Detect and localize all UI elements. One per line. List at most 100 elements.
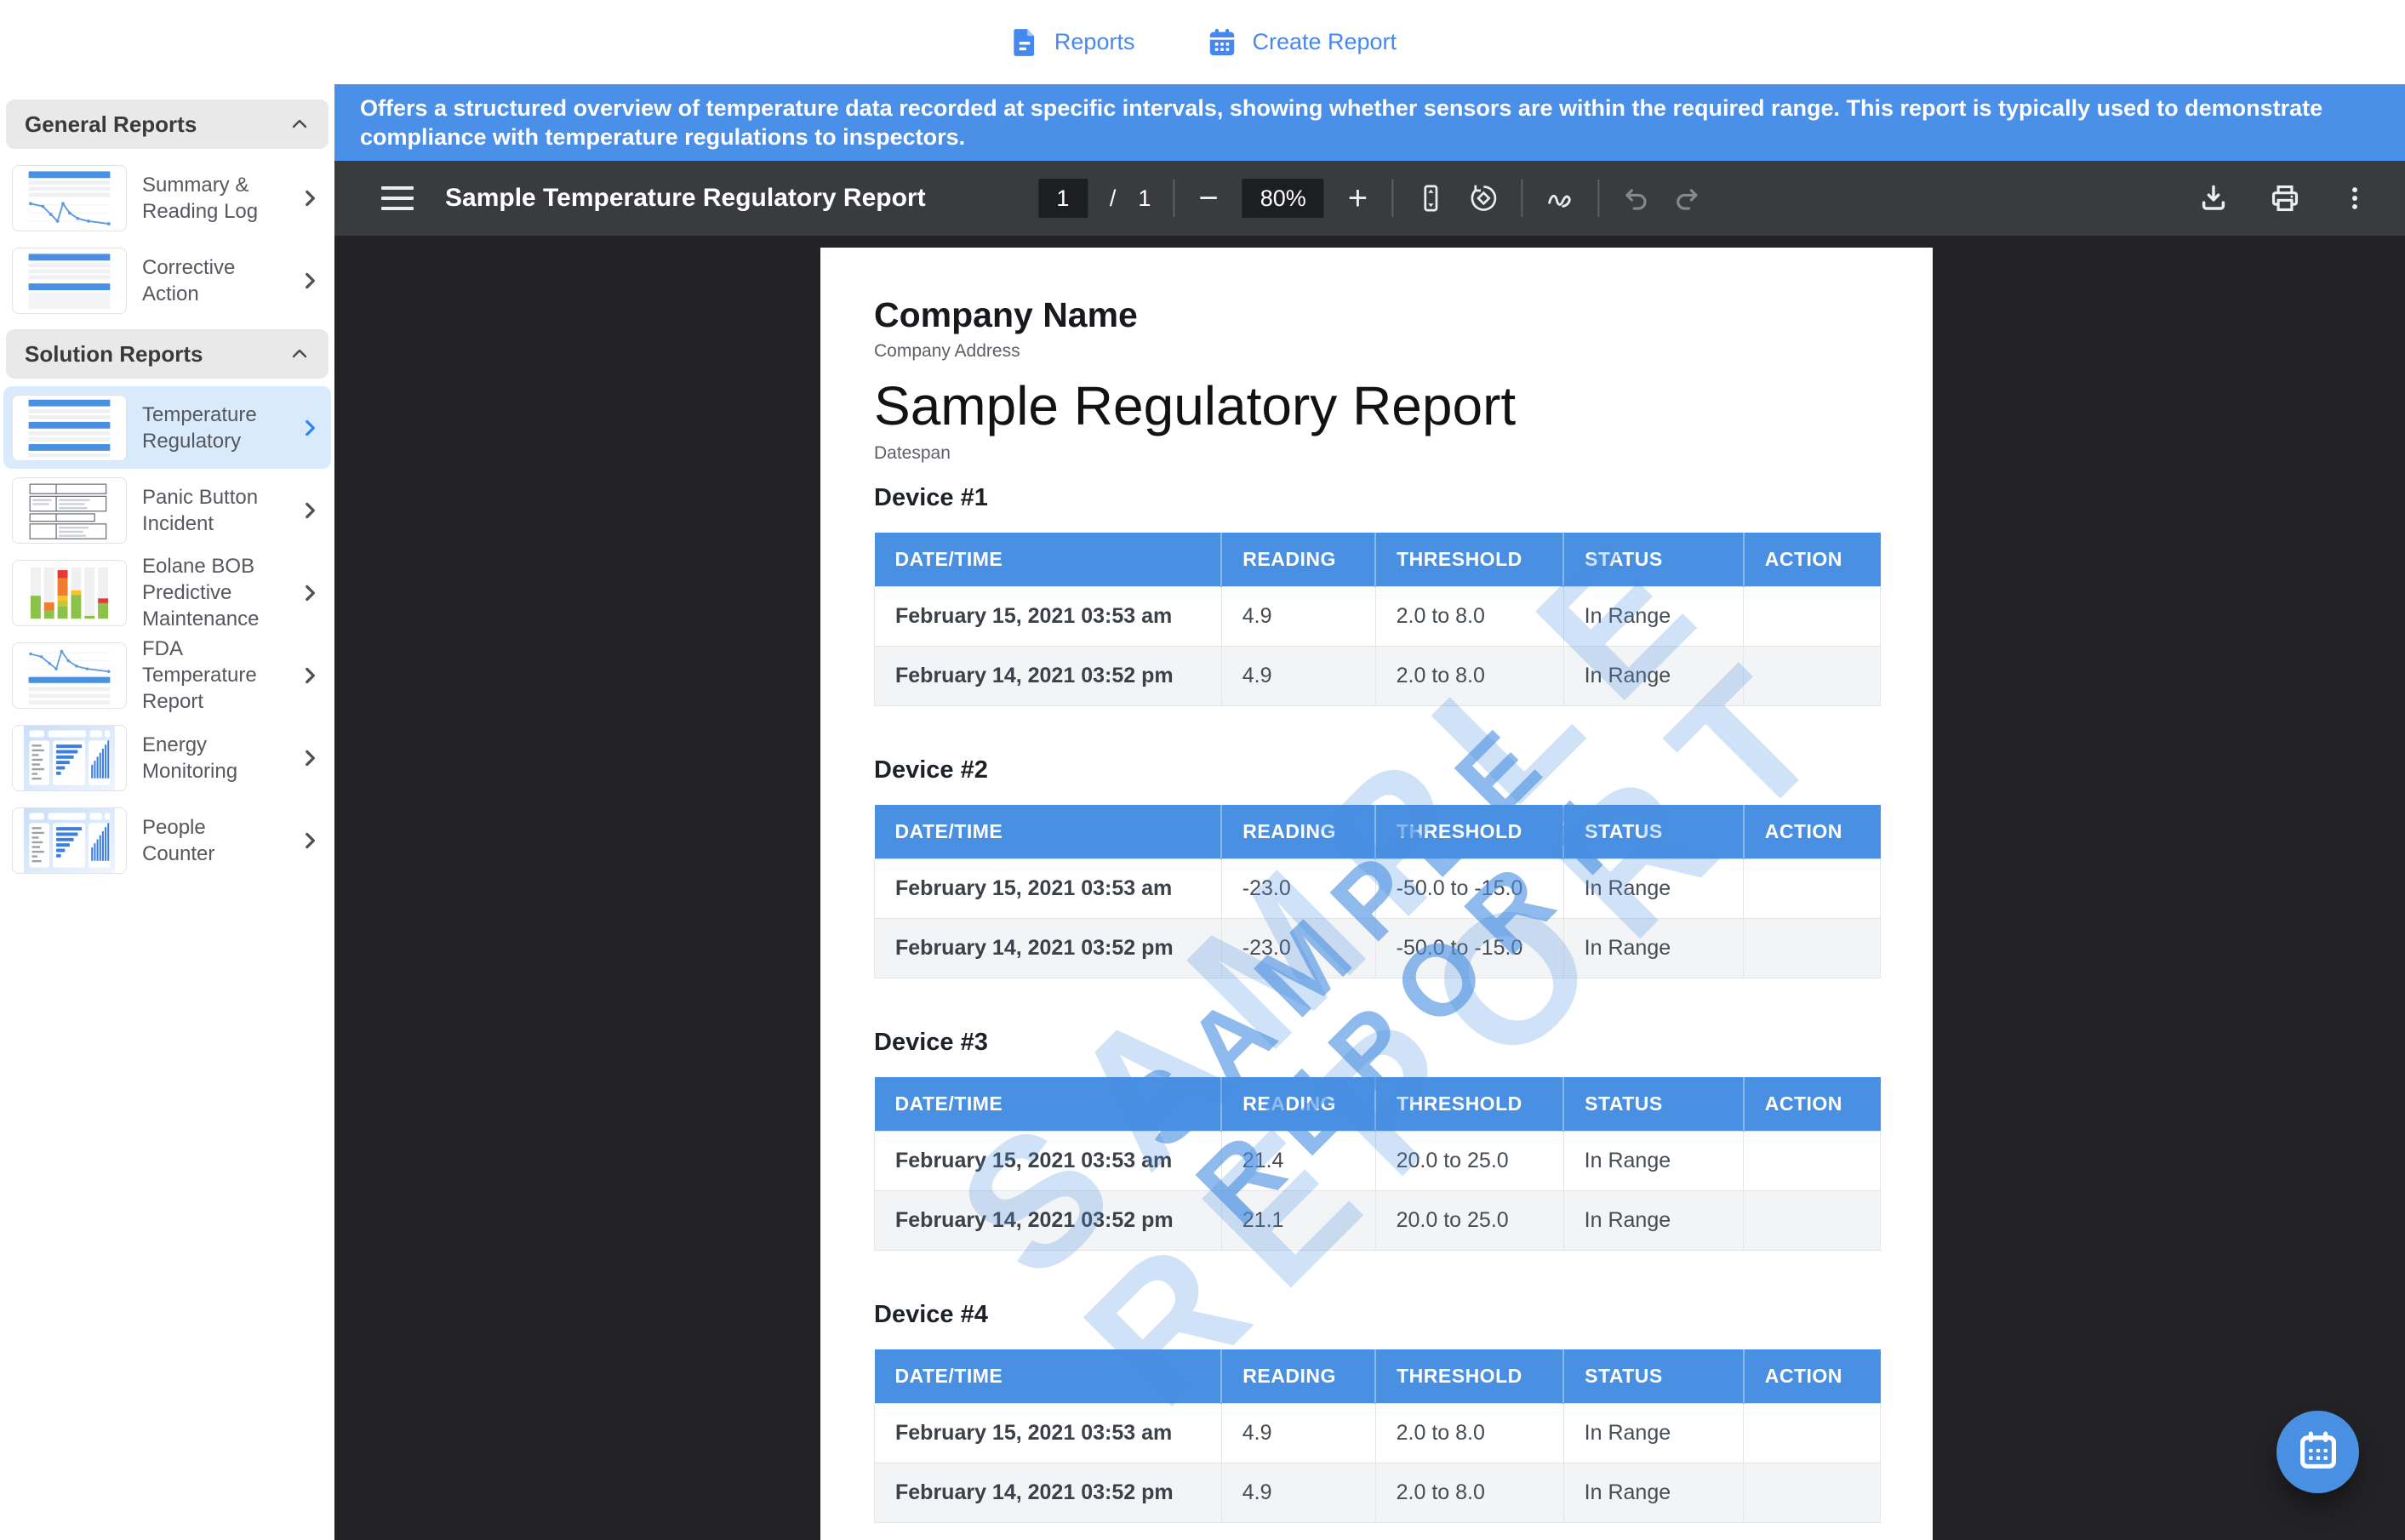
device-sections: Device #1DATE/TIMEREADINGTHRESHOLDSTATUS…	[874, 483, 1881, 1523]
table-row: February 14, 2021 03:52 pm4.92.0 to 8.0I…	[875, 647, 1881, 706]
report-page: Company Name Company Address Sample Regu…	[820, 248, 1933, 1540]
chevron-right-icon	[299, 499, 321, 522]
chevron-right-icon	[299, 830, 321, 852]
table-cell: In Range	[1563, 1404, 1744, 1463]
column-header-status: STATUS	[1563, 805, 1744, 859]
sidebar-item-energy-monitoring[interactable]: Energy Monitoring	[3, 716, 331, 799]
reports-document-icon	[1008, 26, 1041, 59]
ink-annotate-icon[interactable]	[1545, 183, 1575, 214]
table-header-row: DATE/TIMEREADINGTHRESHOLDSTATUSACTION	[875, 1349, 1881, 1404]
table-cell: 2.0 to 8.0	[1375, 1404, 1563, 1463]
viewer-controls: 1 / 1 − 80% +	[1038, 179, 1701, 218]
sidebar-item-temperature-regulatory[interactable]: Temperature Regulatory	[3, 386, 331, 469]
tab-create-report[interactable]: Create Report	[1206, 26, 1397, 59]
company-address: Company Address	[874, 340, 1881, 362]
calendar-fab-button[interactable]	[2276, 1411, 2359, 1493]
column-header-reading: READING	[1221, 805, 1375, 859]
table-cell: -23.0	[1221, 859, 1375, 919]
table-cell: February 15, 2021 03:53 am	[875, 1132, 1222, 1191]
column-header-threshold: THRESHOLD	[1375, 1349, 1563, 1404]
create-report-calendar-icon	[1206, 26, 1238, 59]
table-cell	[1744, 1191, 1881, 1251]
rotate-icon[interactable]	[1468, 183, 1499, 214]
readings-table: DATE/TIMEREADINGTHRESHOLDSTATUSACTIONFeb…	[874, 1349, 1881, 1523]
print-icon[interactable]	[2269, 182, 2301, 214]
table-cell: 2.0 to 8.0	[1375, 1463, 1563, 1523]
section-title: Solution Reports	[25, 341, 203, 368]
table-cell: In Range	[1563, 587, 1744, 647]
column-header-action: ACTION	[1744, 805, 1881, 859]
column-header-threshold: THRESHOLD	[1375, 533, 1563, 587]
table-cell: In Range	[1563, 1132, 1744, 1191]
table-cell: 2.0 to 8.0	[1375, 587, 1563, 647]
sidebar-item-eolane-bob-predictive-maintenance[interactable]: Eolane BOB Predictive Maintenance	[3, 551, 331, 634]
redo-icon[interactable]	[1672, 184, 1701, 213]
toolbar-divider	[1597, 180, 1599, 217]
download-icon[interactable]	[2197, 182, 2230, 214]
hamburger-menu-icon[interactable]	[381, 186, 414, 210]
report-viewer: Offers a structured overview of temperat…	[334, 84, 2405, 1540]
sidebar-item-label: Energy Monitoring	[142, 732, 283, 784]
table-cell: In Range	[1563, 1191, 1744, 1251]
sidebar-item-corrective-action[interactable]: Corrective Action	[3, 239, 331, 322]
table-cell	[1744, 859, 1881, 919]
zoom-out-button[interactable]: −	[1197, 181, 1220, 215]
column-header-status: STATUS	[1563, 1349, 1744, 1404]
column-header-action: ACTION	[1744, 1077, 1881, 1132]
column-header-status: STATUS	[1563, 533, 1744, 587]
sidebar-item-people-counter[interactable]: People Counter	[3, 799, 331, 881]
undo-icon[interactable]	[1621, 184, 1650, 213]
bar-chart-thumbnail	[12, 560, 127, 626]
report-title: Sample Regulatory Report	[874, 373, 1881, 439]
sidebar-item-summary-reading-log[interactable]: Summary & Reading Log	[3, 157, 331, 239]
sidebar-item-label: People Counter	[142, 814, 283, 867]
table-cell: February 15, 2021 03:53 am	[875, 859, 1222, 919]
section-header-general-reports[interactable]: General Reports	[6, 100, 328, 149]
table-row: February 14, 2021 03:52 pm21.120.0 to 25…	[875, 1191, 1881, 1251]
sidebar-item-label: Corrective Action	[142, 254, 283, 307]
table-cell: 4.9	[1221, 1463, 1375, 1523]
table-report-thumbnail	[12, 248, 127, 314]
device-section-3: Device #3DATE/TIMEREADINGTHRESHOLDSTATUS…	[874, 1028, 1881, 1251]
chevron-right-icon	[299, 417, 321, 439]
chevron-right-icon	[299, 187, 321, 209]
device-section-4: Device #4DATE/TIMEREADINGTHRESHOLDSTATUS…	[874, 1300, 1881, 1523]
table-cell: February 15, 2021 03:53 am	[875, 1404, 1222, 1463]
section-title: General Reports	[25, 111, 197, 138]
table-row: February 15, 2021 03:53 am21.420.0 to 25…	[875, 1132, 1881, 1191]
table-cell	[1744, 647, 1881, 706]
sidebar-item-fda-temperature-report[interactable]: FDA Temperature Report	[3, 634, 331, 716]
table-cell: 4.9	[1221, 647, 1375, 706]
tab-reports[interactable]: Reports	[1008, 26, 1135, 59]
viewer-toolbar: Sample Temperature Regulatory Report 1 /…	[334, 161, 2405, 236]
column-header-status: STATUS	[1563, 1077, 1744, 1132]
section-header-solution-reports[interactable]: Solution Reports	[6, 329, 328, 379]
zoom-level[interactable]: 80%	[1242, 179, 1324, 218]
table-cell	[1744, 1463, 1881, 1523]
company-name: Company Name	[874, 294, 1881, 335]
table-cell: February 14, 2021 03:52 pm	[875, 919, 1222, 978]
fit-to-page-icon[interactable]	[1415, 183, 1446, 214]
document-area: Company Name Company Address Sample Regu…	[334, 234, 2405, 1540]
readings-table: DATE/TIMEREADINGTHRESHOLDSTATUSACTIONFeb…	[874, 805, 1881, 978]
column-header-reading: READING	[1221, 1349, 1375, 1404]
report-description-banner: Offers a structured overview of temperat…	[334, 84, 2405, 161]
column-header-date-time: DATE/TIME	[875, 1077, 1222, 1132]
table-row: February 14, 2021 03:52 pm4.92.0 to 8.0I…	[875, 1463, 1881, 1523]
toolbar-divider	[1391, 180, 1393, 217]
zoom-in-button[interactable]: +	[1346, 181, 1369, 215]
column-header-action: ACTION	[1744, 1349, 1881, 1404]
sidebar-item-panic-button-incident[interactable]: Panic Button Incident	[3, 469, 331, 551]
table-cell: -50.0 to -15.0	[1375, 919, 1563, 978]
column-header-threshold: THRESHOLD	[1375, 805, 1563, 859]
table-cell	[1744, 1404, 1881, 1463]
top-nav: Reports Create Report	[0, 0, 2405, 84]
column-header-threshold: THRESHOLD	[1375, 1077, 1563, 1132]
dashboard-thumbnail	[12, 725, 127, 791]
kebab-menu-icon[interactable]	[2340, 184, 2369, 213]
tab-reports-label: Reports	[1054, 29, 1135, 55]
readings-table: DATE/TIMEREADINGTHRESHOLDSTATUSACTIONFeb…	[874, 1077, 1881, 1251]
sidebar-item-label: Eolane BOB Predictive Maintenance	[142, 553, 283, 632]
page-number-input[interactable]: 1	[1038, 179, 1088, 218]
chevron-right-icon	[299, 747, 321, 769]
